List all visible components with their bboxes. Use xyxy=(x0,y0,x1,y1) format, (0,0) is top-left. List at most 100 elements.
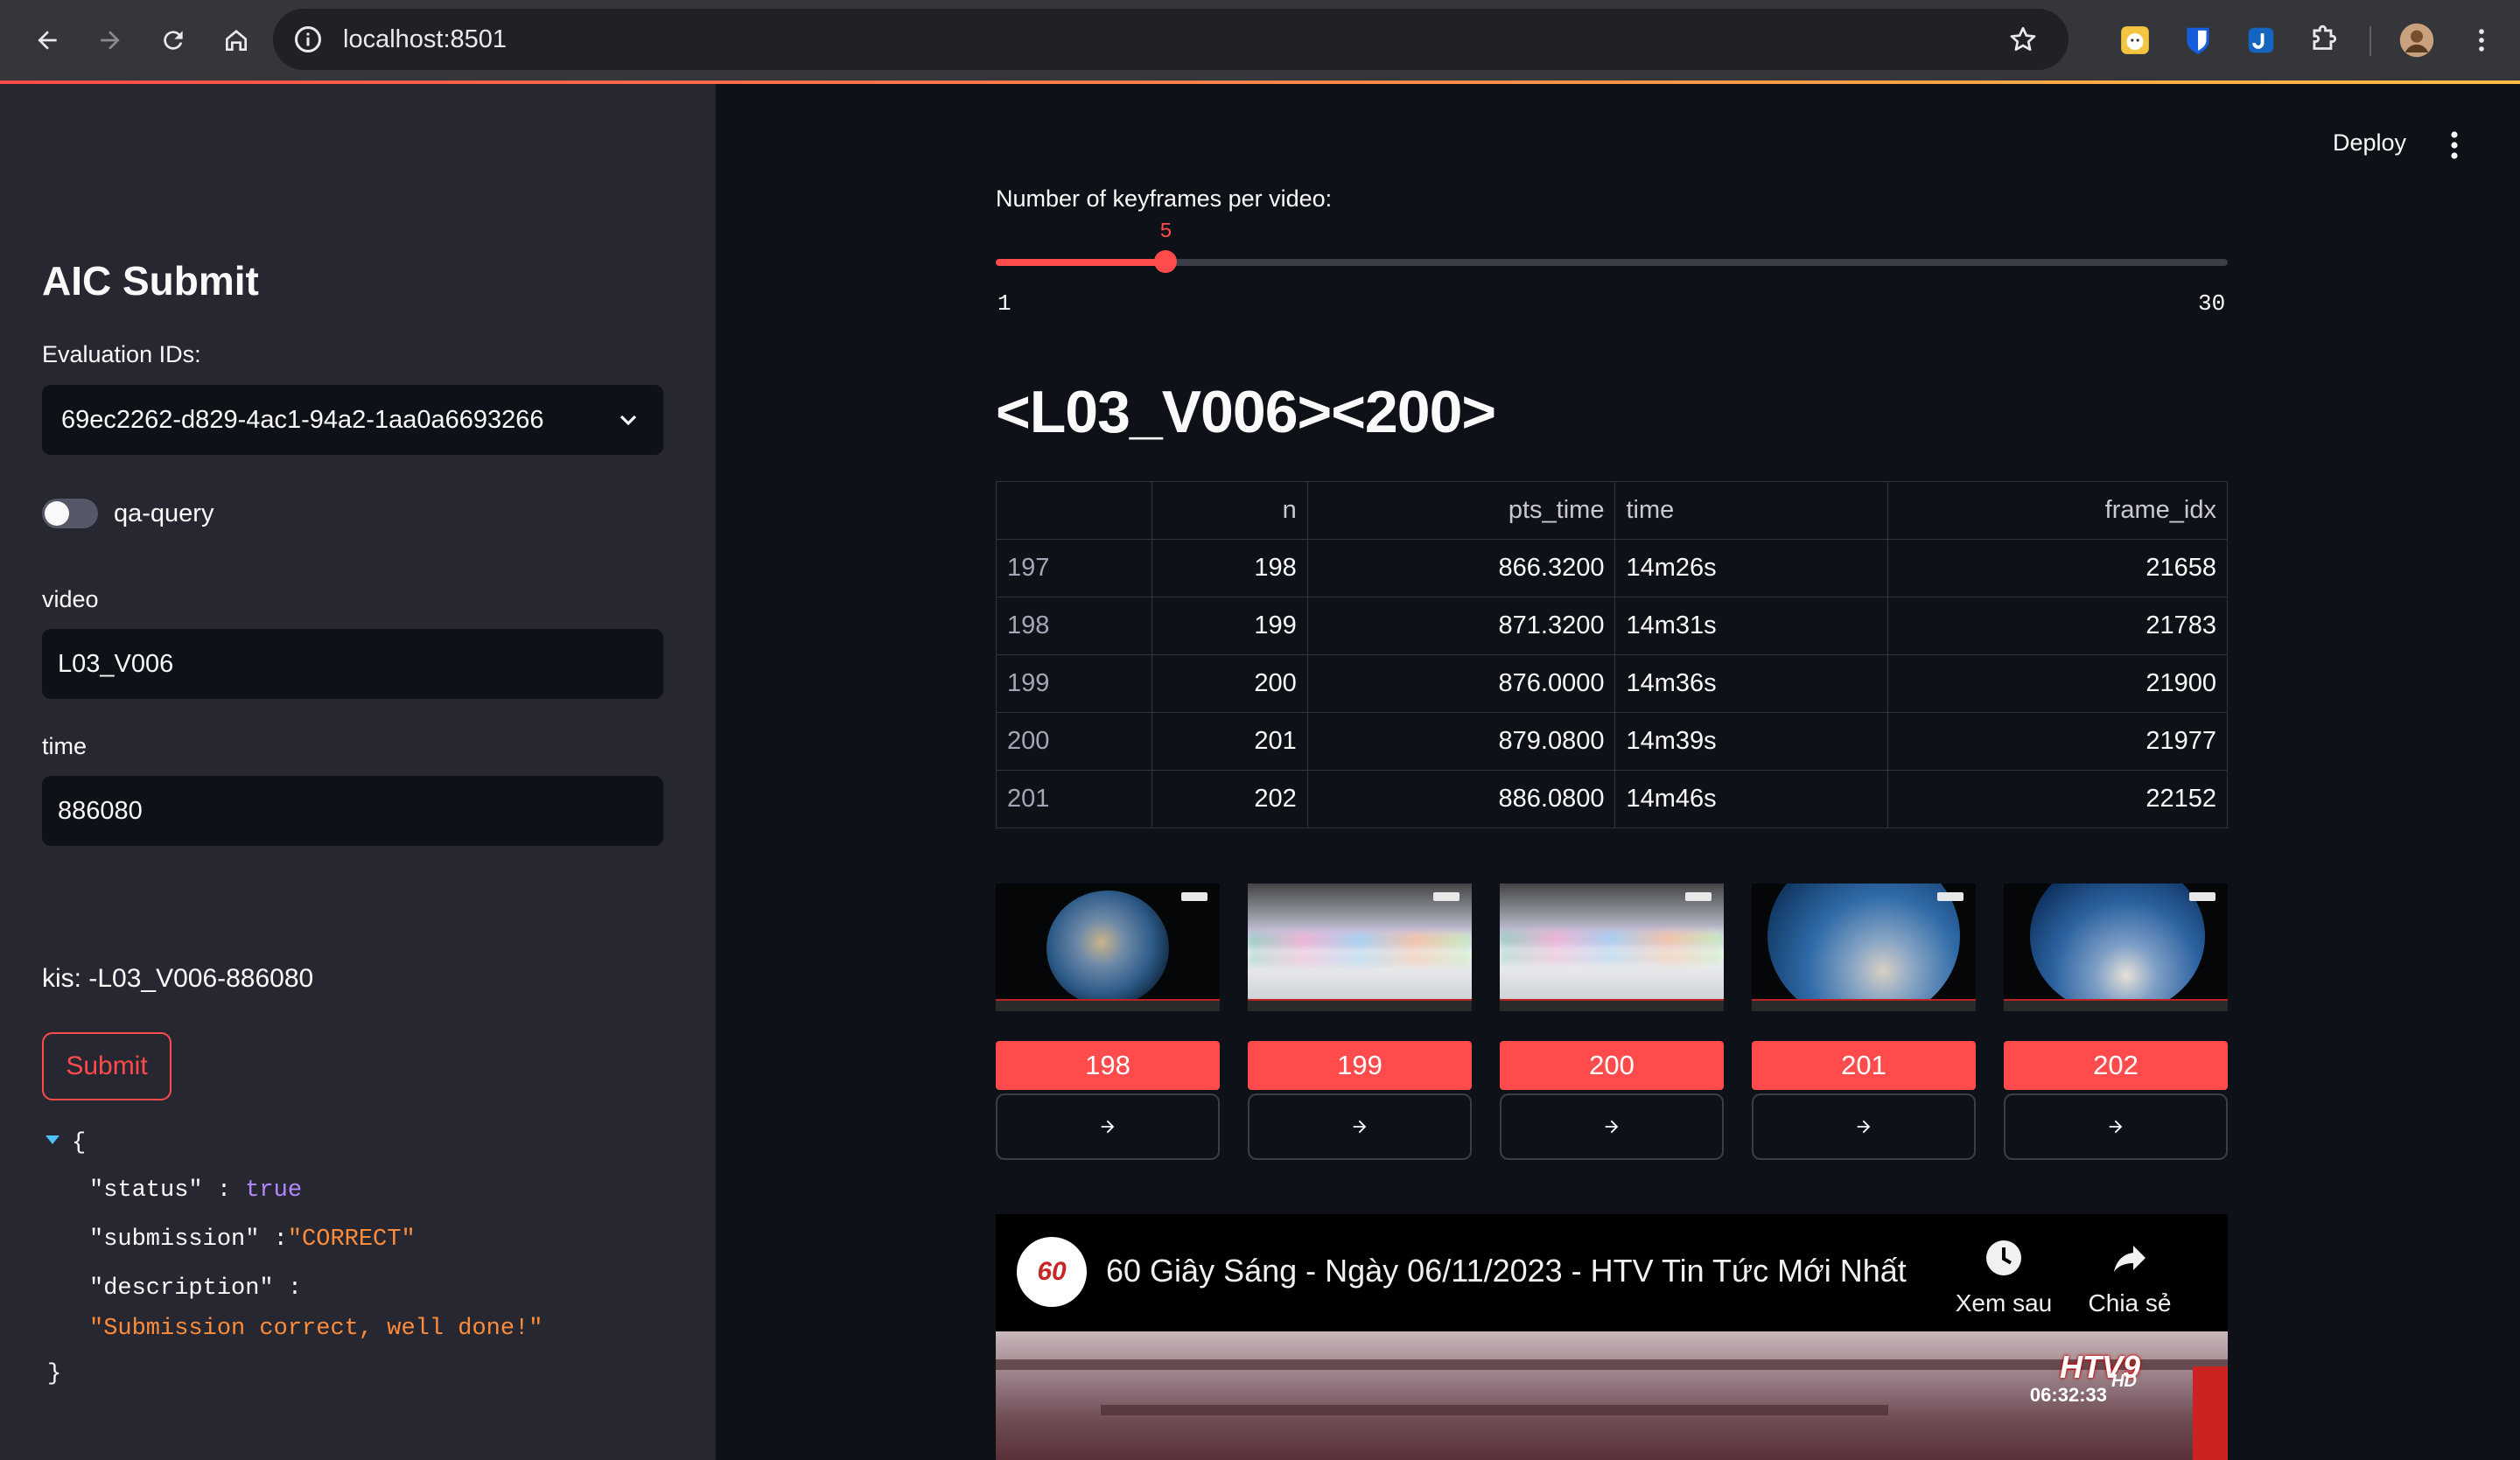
keyframe-card: 200 xyxy=(1500,884,1724,1160)
evaluation-ids-label: Evaluation IDs: xyxy=(42,341,201,367)
forward-button[interactable] xyxy=(86,16,135,65)
kis-text: kis: -L03_V006-886080 xyxy=(42,964,314,993)
table-row: 198 199 871.3200 14m31s 21783 xyxy=(996,597,2228,655)
extension-face-icon[interactable] xyxy=(2116,21,2154,59)
keyframe-thumbnail[interactable] xyxy=(1248,884,1472,1011)
go-to-frame-button[interactable] xyxy=(1500,1093,1724,1160)
qa-query-toggle-row[interactable]: qa-query xyxy=(42,499,214,528)
keyframe-label: 199 xyxy=(1248,1041,1472,1090)
browser-menu-icon[interactable] xyxy=(2462,21,2501,59)
youtube-player[interactable]: 60 60 Giây Sáng - Ngày 06/11/2023 - HTV … xyxy=(996,1214,2228,1460)
deploy-button[interactable]: Deploy xyxy=(2333,129,2406,157)
profile-avatar[interactable] xyxy=(2398,21,2436,59)
pts-time-cell: 871.3200 xyxy=(1306,597,1616,655)
share-button[interactable]: Chia sẻ xyxy=(2077,1237,2182,1317)
row-index-cell: 200 xyxy=(996,712,1152,771)
arrow-right-icon xyxy=(1353,1120,1367,1134)
main-menu-icon[interactable] xyxy=(2441,129,2468,161)
row-index-cell: 198 xyxy=(996,597,1152,655)
frame-idx-cell: 21658 xyxy=(1887,539,2228,597)
hd-badge: HD xyxy=(2111,1372,2137,1391)
broadcast-clock: 06:32:33 xyxy=(2029,1384,2107,1406)
video-frame[interactable]: HTV9 HD 06:32:33 xyxy=(996,1331,2228,1460)
extension-j-icon[interactable] xyxy=(2242,21,2280,59)
bitwarden-shield-icon[interactable] xyxy=(2179,21,2217,59)
evaluation-id-value: 69ec2262-d829-4ac1-94a2-1aa0a6693266 xyxy=(61,405,544,434)
share-icon xyxy=(2114,1246,2146,1272)
go-to-frame-button[interactable] xyxy=(1248,1093,1472,1160)
arrow-right-icon xyxy=(2109,1120,2123,1134)
go-to-frame-button[interactable] xyxy=(996,1093,1220,1160)
go-to-frame-button[interactable] xyxy=(2004,1093,2228,1160)
reload-button[interactable] xyxy=(149,16,198,65)
time-cell: 14m31s xyxy=(1614,597,1889,655)
extensions-puzzle-icon[interactable] xyxy=(2305,21,2343,59)
time-cell: 14m36s xyxy=(1614,654,1889,713)
keyframe-label: 201 xyxy=(1752,1041,1976,1090)
submit-button[interactable]: Submit xyxy=(42,1032,172,1100)
collapse-caret-icon[interactable] xyxy=(46,1135,60,1144)
json-submission-key: "submission" : xyxy=(89,1226,288,1253)
keyframe-thumbnail[interactable] xyxy=(2004,884,2228,1011)
keyframes-slider-fill xyxy=(996,259,1166,266)
time-input[interactable] xyxy=(42,776,663,846)
arrow-right-icon xyxy=(101,31,120,50)
pts-time-cell: 886.0800 xyxy=(1306,770,1616,828)
arrow-right-icon xyxy=(1857,1120,1871,1134)
arrow-right-icon xyxy=(1101,1120,1115,1134)
column-header-time[interactable]: time xyxy=(1614,481,1889,540)
arrow-left-icon xyxy=(38,31,57,50)
row-index-cell: 197 xyxy=(996,539,1152,597)
keyframe-thumbnail[interactable] xyxy=(1500,884,1724,1011)
channel-logo[interactable]: 60 xyxy=(1017,1237,1087,1307)
share-label: Chia sẻ xyxy=(2088,1289,2172,1317)
frame-idx-cell: 21783 xyxy=(1887,597,2228,655)
video-input[interactable] xyxy=(42,629,663,699)
qa-query-toggle[interactable] xyxy=(42,499,98,528)
go-to-frame-button[interactable] xyxy=(1752,1093,1976,1160)
qa-query-label: qa-query xyxy=(114,499,214,527)
keyframe-card: 199 xyxy=(1248,884,1472,1160)
keyframe-table: n pts_time time frame_idx 197 198 866.32… xyxy=(996,481,2228,828)
keyframe-thumbnail[interactable] xyxy=(996,884,1220,1011)
back-button[interactable] xyxy=(23,16,72,65)
column-header-index[interactable] xyxy=(996,481,1152,540)
keyframe-thumbnail[interactable] xyxy=(1752,884,1976,1011)
table-row: 200 201 879.0800 14m39s 21977 xyxy=(996,712,2228,771)
bookmark-star-icon[interactable] xyxy=(2007,24,2039,55)
json-status-key: "status" : xyxy=(89,1177,232,1204)
reload-icon xyxy=(164,31,183,50)
info-icon[interactable] xyxy=(292,24,324,55)
keyframes-slider-thumb[interactable] xyxy=(1154,250,1178,273)
column-header-pts-time[interactable]: pts_time xyxy=(1306,481,1616,540)
toolbar-divider xyxy=(2370,26,2371,56)
column-header-frame-idx[interactable]: frame_idx xyxy=(1887,481,2228,540)
n-cell: 201 xyxy=(1151,712,1308,771)
keyframes-slider-min: 1 xyxy=(998,290,1012,317)
address-bar[interactable]: localhost:8501 xyxy=(273,9,2068,70)
json-close-brace: } xyxy=(47,1361,62,1387)
column-header-n[interactable]: n xyxy=(1151,481,1308,540)
keyframes-slider-max: 30 xyxy=(2198,290,2226,317)
n-cell: 198 xyxy=(1151,539,1308,597)
json-description-key: "description" : xyxy=(89,1275,303,1302)
evaluation-id-select[interactable]: 69ec2262-d829-4ac1-94a2-1aa0a6693266 xyxy=(42,385,663,455)
sidebar: AIC Submit Evaluation IDs: 69ec2262-d829… xyxy=(0,84,716,1460)
keyframe-card: 202 xyxy=(2004,884,2228,1160)
table-row: 197 198 866.3200 14m26s 21658 xyxy=(996,539,2228,597)
json-status-row: "status" : true xyxy=(89,1177,302,1204)
watch-later-button[interactable]: Xem sau xyxy=(1951,1237,2056,1317)
time-label: time xyxy=(42,733,88,759)
video-title[interactable]: 60 Giây Sáng - Ngày 06/11/2023 - HTV Tin… xyxy=(1106,1253,1907,1289)
browser-toolbar: localhost:8501 xyxy=(0,0,2520,80)
home-button[interactable] xyxy=(212,16,261,65)
time-cell: 14m26s xyxy=(1614,539,1889,597)
n-cell: 202 xyxy=(1151,770,1308,828)
table-header-row: n pts_time time frame_idx xyxy=(996,481,2228,540)
json-description-value: "Submission correct, well done!" xyxy=(89,1316,543,1342)
sidebar-title: AIC Submit xyxy=(42,258,259,304)
pts-time-cell: 879.0800 xyxy=(1306,712,1616,771)
row-index-cell: 201 xyxy=(996,770,1152,828)
keyframes-slider[interactable] xyxy=(996,250,2228,273)
n-cell: 199 xyxy=(1151,597,1308,655)
